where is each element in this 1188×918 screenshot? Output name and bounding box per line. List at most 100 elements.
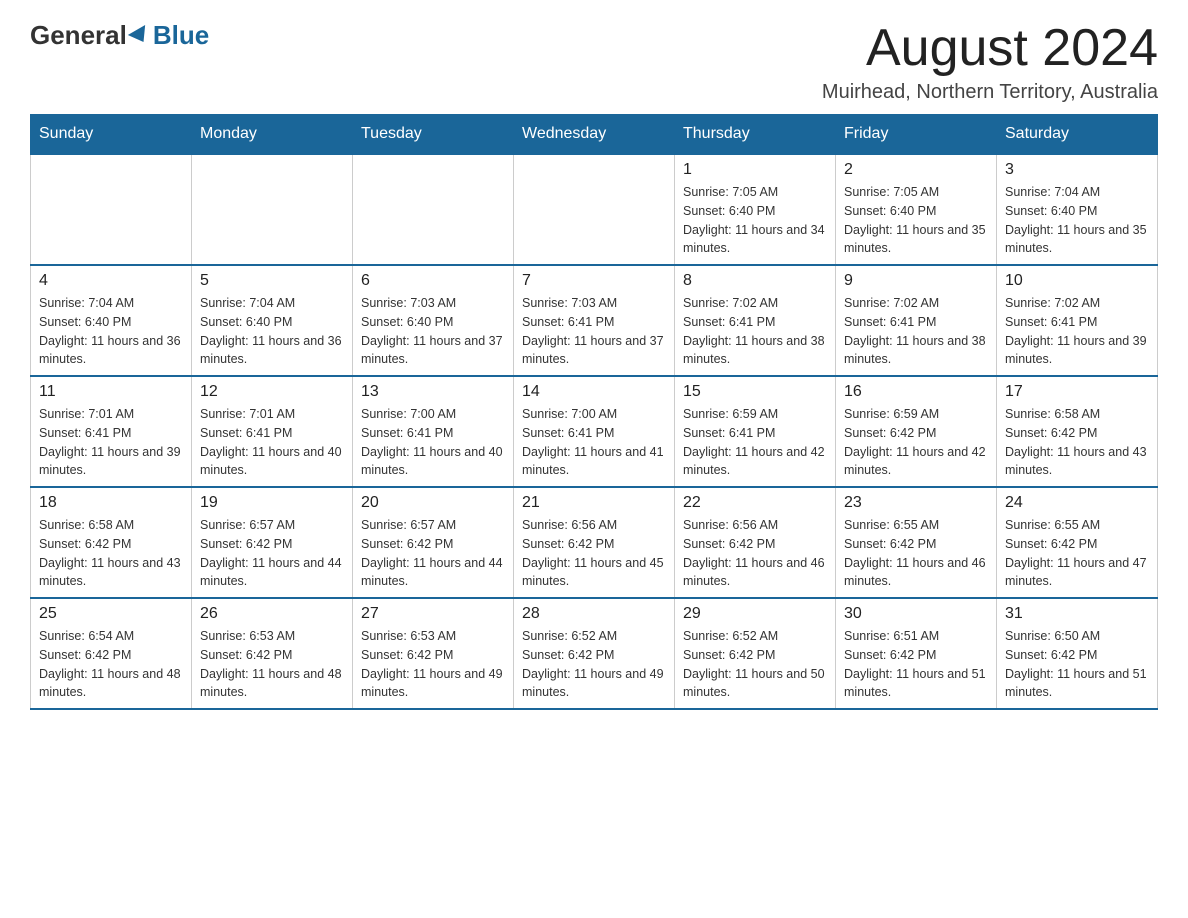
calendar-cell: 22 Sunrise: 6:56 AMSunset: 6:42 PMDayligh…: [675, 487, 836, 598]
page-header: General Blue August 2024 Muirhead, North…: [30, 20, 1158, 104]
day-info: Sunrise: 6:58 AMSunset: 6:42 PMDaylight:…: [39, 516, 183, 591]
day-number: 31: [1005, 605, 1149, 623]
day-info: Sunrise: 6:52 AMSunset: 6:42 PMDaylight:…: [522, 627, 666, 702]
day-info: Sunrise: 7:01 AMSunset: 6:41 PMDaylight:…: [39, 405, 183, 480]
day-number: 6: [361, 272, 505, 290]
day-info: Sunrise: 6:54 AMSunset: 6:42 PMDaylight:…: [39, 627, 183, 702]
day-number: 13: [361, 383, 505, 401]
day-number: 15: [683, 383, 827, 401]
calendar-cell: 19 Sunrise: 6:57 AMSunset: 6:42 PMDayligh…: [192, 487, 353, 598]
calendar-cell: 15 Sunrise: 6:59 AMSunset: 6:41 PMDayligh…: [675, 376, 836, 487]
day-info: Sunrise: 6:51 AMSunset: 6:42 PMDaylight:…: [844, 627, 988, 702]
day-number: 28: [522, 605, 666, 623]
day-number: 16: [844, 383, 988, 401]
calendar-cell: [192, 154, 353, 265]
logo-blue-text: Blue: [153, 20, 209, 51]
day-header-sunday: Sunday: [31, 115, 192, 155]
day-number: 17: [1005, 383, 1149, 401]
calendar-cell: 29 Sunrise: 6:52 AMSunset: 6:42 PMDayligh…: [675, 598, 836, 709]
calendar-week-row: 25 Sunrise: 6:54 AMSunset: 6:42 PMDayligh…: [31, 598, 1158, 709]
day-info: Sunrise: 6:53 AMSunset: 6:42 PMDaylight:…: [200, 627, 344, 702]
calendar-cell: 23 Sunrise: 6:55 AMSunset: 6:42 PMDayligh…: [836, 487, 997, 598]
day-number: 5: [200, 272, 344, 290]
day-number: 9: [844, 272, 988, 290]
day-info: Sunrise: 6:50 AMSunset: 6:42 PMDaylight:…: [1005, 627, 1149, 702]
day-number: 25: [39, 605, 183, 623]
day-header-tuesday: Tuesday: [353, 115, 514, 155]
calendar-cell: 18 Sunrise: 6:58 AMSunset: 6:42 PMDayligh…: [31, 487, 192, 598]
logo: General Blue: [30, 20, 209, 51]
day-info: Sunrise: 7:04 AMSunset: 6:40 PMDaylight:…: [200, 294, 344, 369]
calendar-cell: 28 Sunrise: 6:52 AMSunset: 6:42 PMDayligh…: [514, 598, 675, 709]
day-info: Sunrise: 6:53 AMSunset: 6:42 PMDaylight:…: [361, 627, 505, 702]
day-info: Sunrise: 6:57 AMSunset: 6:42 PMDaylight:…: [361, 516, 505, 591]
calendar-header-row: SundayMondayTuesdayWednesdayThursdayFrid…: [31, 115, 1158, 155]
day-number: 19: [200, 494, 344, 512]
day-info: Sunrise: 7:02 AMSunset: 6:41 PMDaylight:…: [683, 294, 827, 369]
calendar-cell: 14Sunrise: 7:00 AMSunset: 6:41 PMDayligh…: [514, 376, 675, 487]
calendar-cell: 26 Sunrise: 6:53 AMSunset: 6:42 PMDayligh…: [192, 598, 353, 709]
day-header-wednesday: Wednesday: [514, 115, 675, 155]
day-info: Sunrise: 6:55 AMSunset: 6:42 PMDaylight:…: [1005, 516, 1149, 591]
calendar-cell: 5 Sunrise: 7:04 AMSunset: 6:40 PMDaylight…: [192, 265, 353, 376]
day-number: 22: [683, 494, 827, 512]
day-header-thursday: Thursday: [675, 115, 836, 155]
day-info: Sunrise: 7:03 AMSunset: 6:41 PMDaylight:…: [522, 294, 666, 369]
day-info: Sunrise: 7:04 AMSunset: 6:40 PMDaylight:…: [1005, 183, 1149, 258]
day-number: 18: [39, 494, 183, 512]
calendar-cell: [353, 154, 514, 265]
calendar-week-row: 1 Sunrise: 7:05 AMSunset: 6:40 PMDaylight…: [31, 154, 1158, 265]
day-info: Sunrise: 6:56 AMSunset: 6:42 PMDaylight:…: [683, 516, 827, 591]
day-number: 4: [39, 272, 183, 290]
day-number: 11: [39, 383, 183, 401]
calendar-cell: 11 Sunrise: 7:01 AMSunset: 6:41 PMDayligh…: [31, 376, 192, 487]
day-info: Sunrise: 7:02 AMSunset: 6:41 PMDaylight:…: [1005, 294, 1149, 369]
calendar-cell: 3 Sunrise: 7:04 AMSunset: 6:40 PMDaylight…: [997, 154, 1158, 265]
day-header-friday: Friday: [836, 115, 997, 155]
day-number: 14: [522, 383, 666, 401]
calendar-week-row: 11 Sunrise: 7:01 AMSunset: 6:41 PMDayligh…: [31, 376, 1158, 487]
day-info: Sunrise: 6:55 AMSunset: 6:42 PMDaylight:…: [844, 516, 988, 591]
day-info: Sunrise: 6:52 AMSunset: 6:42 PMDaylight:…: [683, 627, 827, 702]
day-info: Sunrise: 7:00 AMSunset: 6:41 PMDaylight:…: [361, 405, 505, 480]
day-info: Sunrise: 6:57 AMSunset: 6:42 PMDaylight:…: [200, 516, 344, 591]
day-number: 1: [683, 161, 827, 179]
day-info: Sunrise: 7:05 AMSunset: 6:40 PMDaylight:…: [683, 183, 827, 258]
calendar-cell: 25 Sunrise: 6:54 AMSunset: 6:42 PMDayligh…: [31, 598, 192, 709]
calendar-cell: 27 Sunrise: 6:53 AMSunset: 6:42 PMDayligh…: [353, 598, 514, 709]
day-info: Sunrise: 6:59 AMSunset: 6:41 PMDaylight:…: [683, 405, 827, 480]
day-number: 30: [844, 605, 988, 623]
day-number: 29: [683, 605, 827, 623]
logo-general-text: General: [30, 20, 127, 51]
day-info: Sunrise: 6:59 AMSunset: 6:42 PMDaylight:…: [844, 405, 988, 480]
calendar-cell: 31 Sunrise: 6:50 AMSunset: 6:42 PMDayligh…: [997, 598, 1158, 709]
calendar-week-row: 4 Sunrise: 7:04 AMSunset: 6:40 PMDaylight…: [31, 265, 1158, 376]
day-header-monday: Monday: [192, 115, 353, 155]
month-title: August 2024: [822, 20, 1158, 77]
day-header-saturday: Saturday: [997, 115, 1158, 155]
calendar-cell: 8 Sunrise: 7:02 AMSunset: 6:41 PMDaylight…: [675, 265, 836, 376]
day-number: 7: [522, 272, 666, 290]
day-number: 8: [683, 272, 827, 290]
day-number: 26: [200, 605, 344, 623]
day-info: Sunrise: 7:04 AMSunset: 6:40 PMDaylight:…: [39, 294, 183, 369]
calendar-cell: 24 Sunrise: 6:55 AMSunset: 6:42 PMDayligh…: [997, 487, 1158, 598]
calendar-cell: 21Sunrise: 6:56 AMSunset: 6:42 PMDayligh…: [514, 487, 675, 598]
day-number: 10: [1005, 272, 1149, 290]
calendar-table: SundayMondayTuesdayWednesdayThursdayFrid…: [30, 114, 1158, 710]
day-number: 3: [1005, 161, 1149, 179]
day-number: 24: [1005, 494, 1149, 512]
calendar-cell: 10 Sunrise: 7:02 AMSunset: 6:41 PMDayligh…: [997, 265, 1158, 376]
calendar-week-row: 18 Sunrise: 6:58 AMSunset: 6:42 PMDayligh…: [31, 487, 1158, 598]
calendar-cell: 7 Sunrise: 7:03 AMSunset: 6:41 PMDaylight…: [514, 265, 675, 376]
calendar-cell: 9Sunrise: 7:02 AMSunset: 6:41 PMDaylight…: [836, 265, 997, 376]
title-section: August 2024 Muirhead, Northern Territory…: [822, 20, 1158, 104]
calendar-cell: 2Sunrise: 7:05 AMSunset: 6:40 PMDaylight…: [836, 154, 997, 265]
calendar-cell: 17 Sunrise: 6:58 AMSunset: 6:42 PMDayligh…: [997, 376, 1158, 487]
day-info: Sunrise: 6:58 AMSunset: 6:42 PMDaylight:…: [1005, 405, 1149, 480]
calendar-cell: [514, 154, 675, 265]
calendar-cell: 12Sunrise: 7:01 AMSunset: 6:41 PMDayligh…: [192, 376, 353, 487]
day-number: 23: [844, 494, 988, 512]
logo-arrow-icon: [128, 24, 152, 46]
day-number: 27: [361, 605, 505, 623]
